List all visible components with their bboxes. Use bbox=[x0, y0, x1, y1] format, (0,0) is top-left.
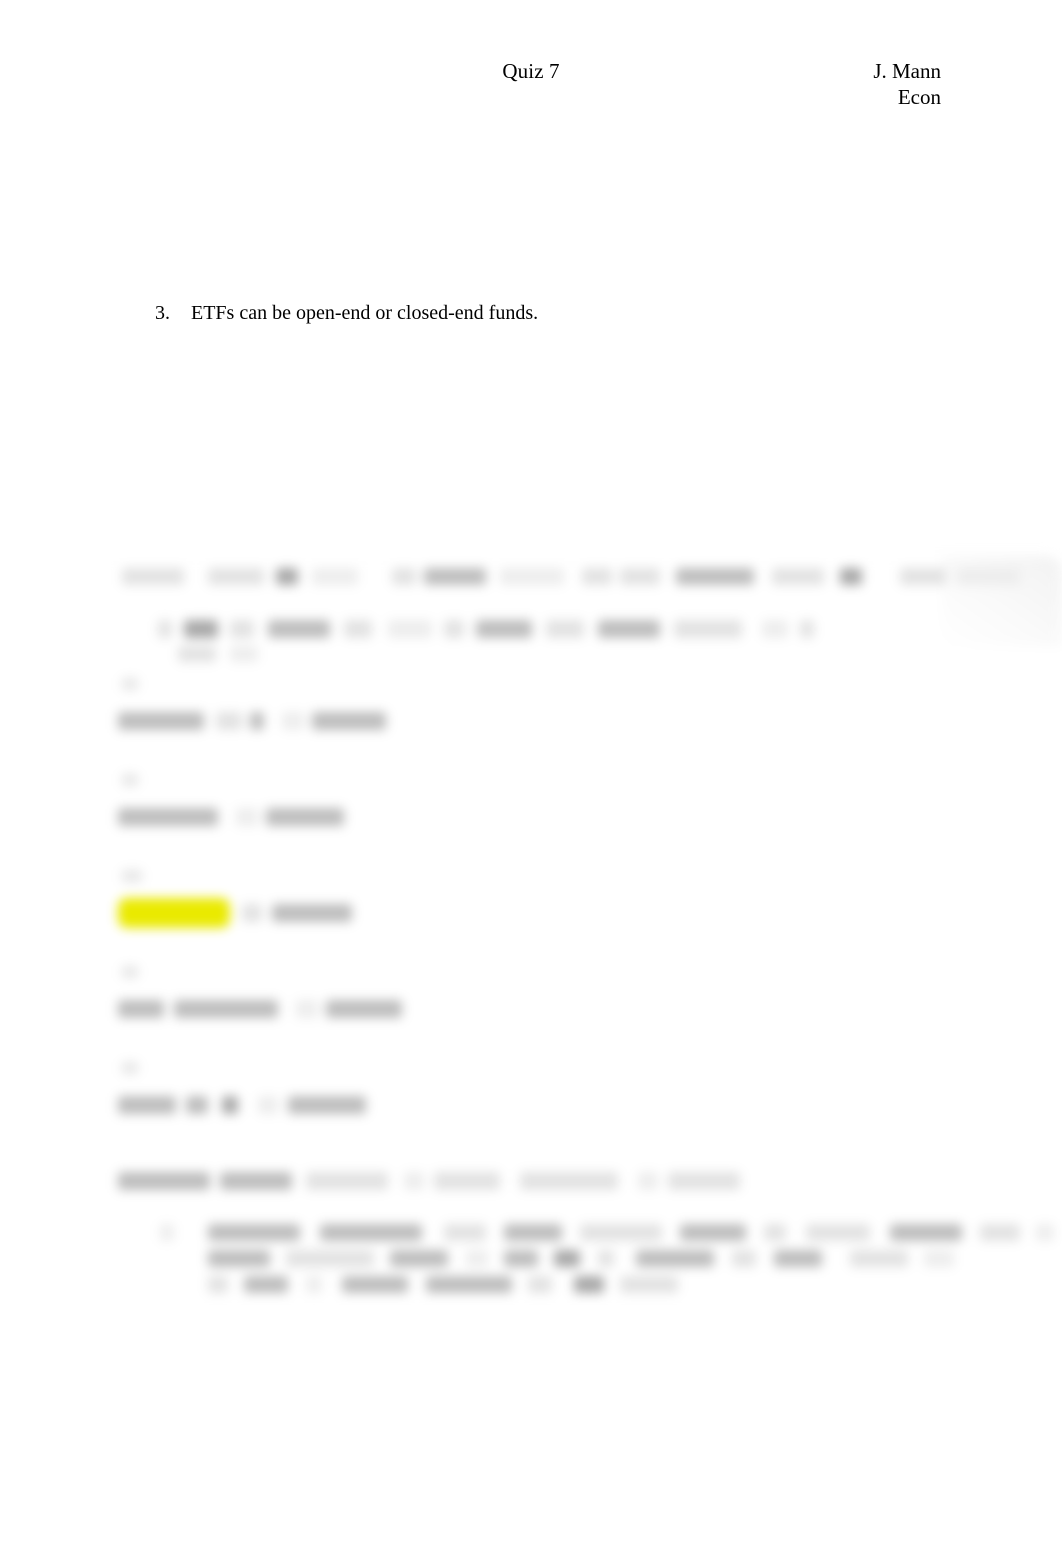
redacted-toolbar-row bbox=[100, 564, 1062, 590]
option-marker-5 bbox=[122, 1062, 138, 1074]
document-header: Quiz 7 J. Mann Econ bbox=[0, 58, 1062, 118]
option-marker-2 bbox=[122, 774, 138, 786]
option-marker-4 bbox=[122, 966, 138, 978]
question-text: ETFs can be open-end or closed-end funds… bbox=[191, 302, 539, 324]
header-author-block: J. Mann Econ bbox=[601, 58, 941, 110]
question-number: 3. bbox=[155, 302, 170, 324]
question-block: 3. ETFs can be open-end or closed-end fu… bbox=[155, 300, 955, 326]
redacted-screenshot-panel bbox=[100, 556, 1062, 1316]
redacted-tail-row bbox=[100, 1168, 960, 1194]
redacted-prompt-row bbox=[100, 616, 1062, 666]
document-page: Quiz 7 J. Mann Econ 3. ETFs can be open-… bbox=[0, 0, 1062, 1561]
answer-highlight bbox=[118, 898, 230, 928]
question-item-3: 3. ETFs can be open-end or closed-end fu… bbox=[155, 300, 955, 326]
option-marker-1 bbox=[122, 678, 138, 690]
author-name: J. Mann bbox=[873, 59, 941, 83]
course-name: Econ bbox=[897, 85, 941, 109]
option-marker-3 bbox=[122, 870, 142, 882]
